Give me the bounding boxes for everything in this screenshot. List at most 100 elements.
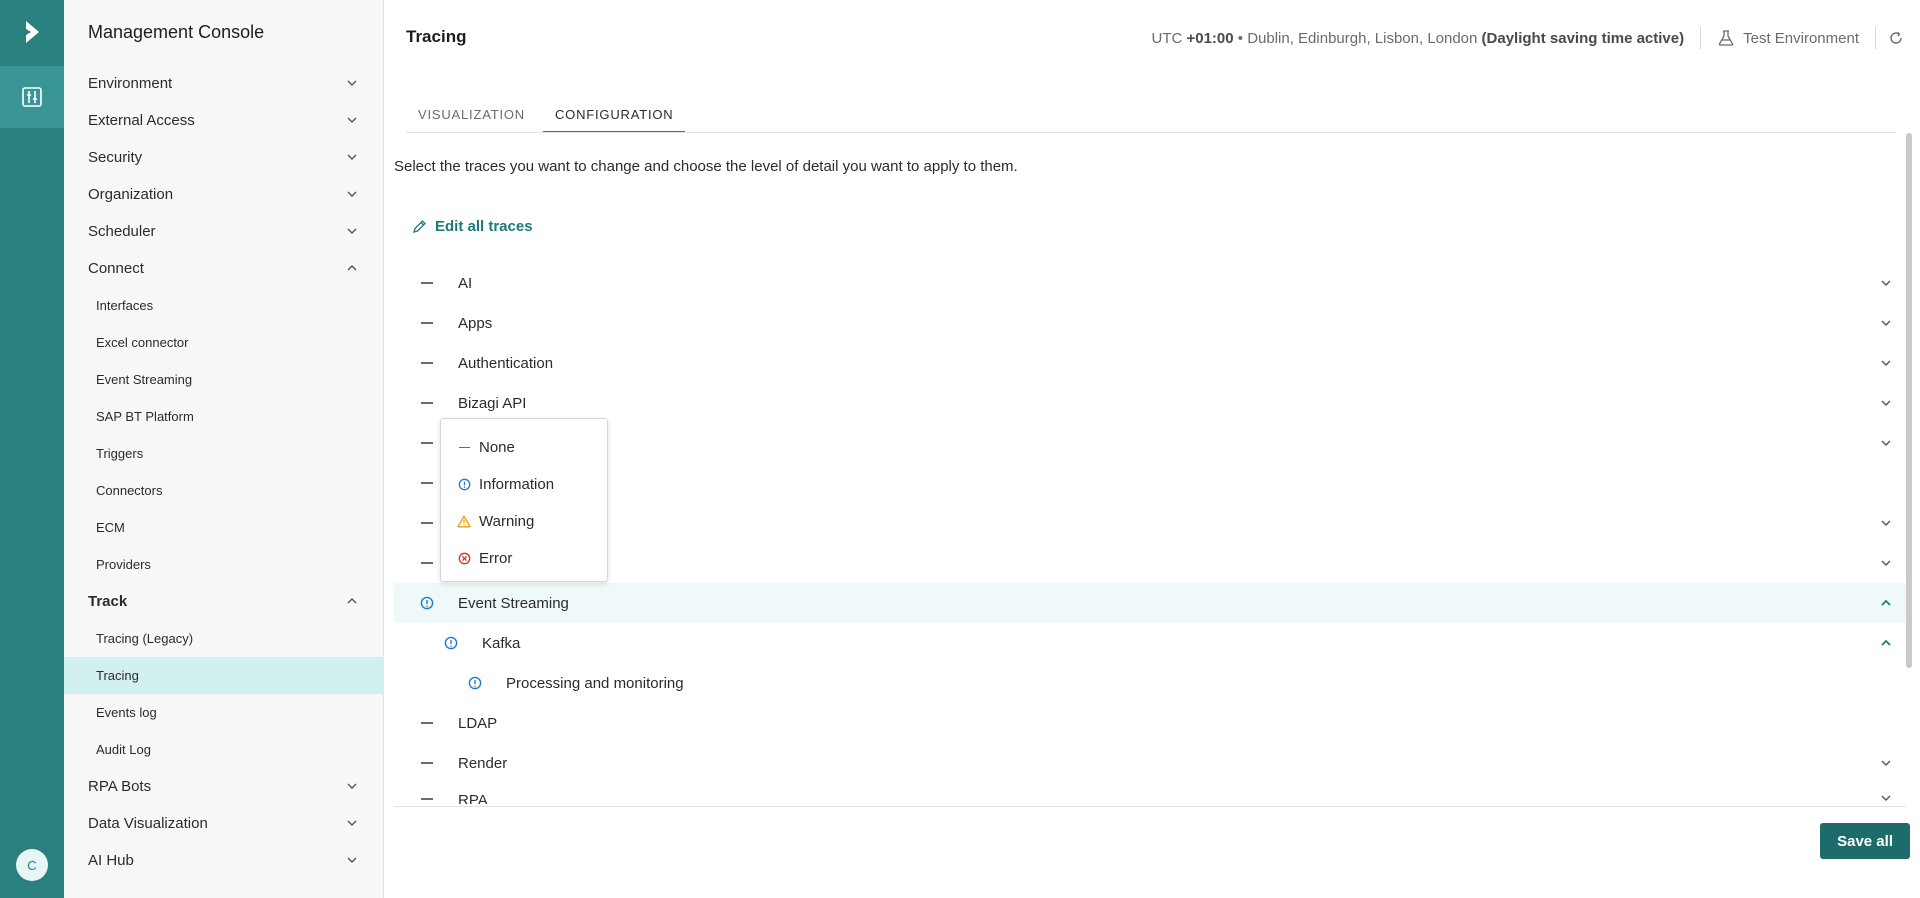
trace-row-kafka[interactable]: Kafka bbox=[394, 623, 1906, 663]
header-info: UTC +01:00 • Dublin, Edinburgh, Lisbon, … bbox=[1151, 26, 1904, 50]
trace-name: Processing and monitoring bbox=[506, 674, 684, 692]
chevron-down-icon[interactable] bbox=[1880, 437, 1892, 449]
sidebar-subitem-sap-bt-platform[interactable]: SAP BT Platform bbox=[64, 398, 384, 435]
level-none-icon[interactable] bbox=[420, 396, 434, 410]
level-none-icon[interactable] bbox=[420, 436, 434, 450]
pencil-icon bbox=[413, 220, 426, 233]
level-option-information[interactable]: Information bbox=[441, 466, 607, 503]
scrollbar[interactable] bbox=[1906, 133, 1912, 668]
level-none-icon[interactable] bbox=[420, 276, 434, 290]
info-icon[interactable] bbox=[420, 596, 434, 610]
trace-row[interactable] bbox=[394, 423, 1906, 463]
sidebar-item-connect[interactable]: Connect bbox=[64, 250, 384, 287]
sidebar-item-rpa-bots[interactable]: RPA Bots bbox=[64, 768, 384, 805]
sidebar-nav: Environment External Access Security Org… bbox=[64, 65, 384, 879]
level-option-error[interactable]: Error bbox=[441, 540, 607, 577]
level-none-icon[interactable] bbox=[420, 556, 434, 570]
trace-row-render[interactable]: Render bbox=[394, 743, 1906, 783]
sidebar-subitem-audit-log[interactable]: Audit Log bbox=[64, 731, 384, 768]
level-option-warning[interactable]: Warning bbox=[441, 503, 607, 540]
sidebar-item-label: External Access bbox=[88, 112, 195, 129]
sidebar-item-environment[interactable]: Environment bbox=[64, 65, 384, 102]
level-none-icon[interactable] bbox=[420, 356, 434, 370]
sidebar-item-ai-hub[interactable]: AI Hub bbox=[64, 842, 384, 879]
trace-name: RPA bbox=[458, 792, 488, 804]
sidebar-subitem-tracing[interactable]: Tracing bbox=[64, 657, 384, 694]
sidebar-subitem-tracing-legacy[interactable]: Tracing (Legacy) bbox=[64, 620, 384, 657]
chevron-down-icon[interactable] bbox=[1880, 317, 1892, 329]
level-none-icon[interactable] bbox=[420, 756, 434, 770]
sidebar-item-organization[interactable]: Organization bbox=[64, 176, 384, 213]
sidebar-subitem-triggers[interactable]: Triggers bbox=[64, 435, 384, 472]
trace-row-ai[interactable]: AI bbox=[394, 263, 1906, 303]
sidebar-subitem-excel-connector[interactable]: Excel connector bbox=[64, 324, 384, 361]
chevron-down-icon[interactable] bbox=[1880, 557, 1892, 569]
info-icon[interactable] bbox=[444, 636, 458, 650]
level-none-icon[interactable] bbox=[420, 316, 434, 330]
footer-divider bbox=[394, 806, 1906, 807]
environment-indicator[interactable]: Test Environment bbox=[1717, 29, 1859, 47]
flask-icon bbox=[1718, 30, 1734, 46]
chevron-down-icon[interactable] bbox=[1880, 277, 1892, 289]
tab-visualization[interactable]: VISUALIZATION bbox=[406, 99, 537, 133]
level-option-label: Warning bbox=[479, 513, 535, 530]
sidebar-item-label: Organization bbox=[88, 186, 174, 203]
chevron-down-icon[interactable] bbox=[1880, 757, 1892, 769]
sidebar-subitem-connectors[interactable]: Connectors bbox=[64, 472, 384, 509]
chevron-up-icon[interactable] bbox=[1880, 597, 1892, 609]
app-rail: C bbox=[0, 0, 64, 898]
level-none-icon[interactable] bbox=[420, 716, 434, 730]
trace-row-bizagi-api[interactable]: Bizagi API bbox=[394, 383, 1906, 423]
level-option-label: Information bbox=[479, 476, 555, 493]
chevron-down-icon[interactable] bbox=[1880, 357, 1892, 369]
chevron-down-icon[interactable] bbox=[1880, 397, 1892, 409]
sidebar-subitem-providers[interactable]: Providers bbox=[64, 546, 384, 583]
user-avatar[interactable]: C bbox=[16, 849, 48, 881]
sidebar-subitem-interfaces[interactable]: Interfaces bbox=[64, 287, 384, 324]
trace-row[interactable] bbox=[394, 503, 1906, 543]
chevron-down-icon[interactable] bbox=[1880, 517, 1892, 529]
sidebar-item-label: Environment bbox=[88, 75, 173, 92]
trace-row-apps[interactable]: Apps bbox=[394, 303, 1906, 343]
chevron-down-icon bbox=[347, 783, 357, 789]
trace-row-event-streaming[interactable]: Event Streaming bbox=[394, 583, 1906, 623]
save-all-button[interactable]: Save all bbox=[1820, 823, 1910, 859]
sidebar-subitem-events-log[interactable]: Events log bbox=[64, 694, 384, 731]
level-none-icon[interactable] bbox=[420, 476, 434, 490]
tab-configuration[interactable]: CONFIGURATION bbox=[542, 99, 686, 133]
trace-row-rpa[interactable]: RPA bbox=[394, 783, 1906, 804]
chevron-up-icon[interactable] bbox=[1880, 637, 1892, 649]
trace-row-processing-and-monitoring[interactable]: Processing and monitoring bbox=[394, 663, 1906, 703]
trace-row[interactable] bbox=[394, 463, 1906, 503]
trace-name: Bizagi API bbox=[458, 394, 527, 412]
refresh-icon[interactable] bbox=[1888, 30, 1904, 46]
level-option-none[interactable]: None bbox=[441, 429, 607, 466]
header-divider bbox=[1700, 27, 1702, 49]
chevron-down-icon bbox=[347, 154, 357, 160]
level-none-icon[interactable] bbox=[420, 792, 434, 804]
bizagi-logo-icon[interactable] bbox=[0, 0, 64, 64]
sidebar-subitem-ecm[interactable]: ECM bbox=[64, 509, 384, 546]
sidebar-item-external-access[interactable]: External Access bbox=[64, 102, 384, 139]
chevron-down-icon[interactable] bbox=[1880, 792, 1892, 804]
management-console-icon[interactable] bbox=[0, 66, 64, 128]
edit-all-traces-button[interactable]: Edit all traces bbox=[412, 218, 533, 235]
chevron-down-icon bbox=[347, 80, 357, 86]
info-icon bbox=[457, 478, 471, 492]
sidebar-item-security[interactable]: Security bbox=[64, 139, 384, 176]
sidebar-item-track[interactable]: Track bbox=[64, 583, 384, 620]
chevron-down-icon bbox=[347, 857, 357, 863]
sidebar-item-label: AI Hub bbox=[88, 852, 134, 869]
sidebar-item-scheduler[interactable]: Scheduler bbox=[64, 213, 384, 250]
level-none-icon[interactable] bbox=[420, 516, 434, 530]
environment-label: Test Environment bbox=[1743, 29, 1859, 47]
header-divider bbox=[1875, 27, 1876, 49]
sidebar-item-data-visualization[interactable]: Data Visualization bbox=[64, 805, 384, 842]
sidebar-subitem-event-streaming[interactable]: Event Streaming bbox=[64, 361, 384, 398]
trace-row[interactable] bbox=[394, 543, 1906, 583]
trace-row-ldap[interactable]: LDAP bbox=[394, 703, 1906, 743]
main-content: Tracing UTC +01:00 • Dublin, Edinburgh, … bbox=[384, 0, 1920, 898]
info-icon[interactable] bbox=[468, 676, 482, 690]
trace-row-authentication[interactable]: Authentication bbox=[394, 343, 1906, 383]
sidebar-item-label: Data Visualization bbox=[88, 815, 208, 832]
